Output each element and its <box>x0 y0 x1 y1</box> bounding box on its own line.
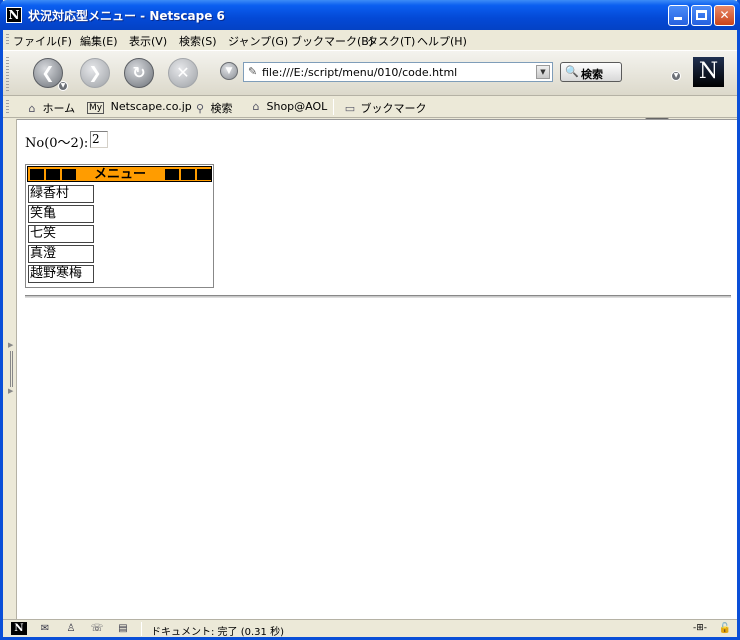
menu-item[interactable]: 緑香村 <box>28 185 94 203</box>
menu-title: メニュー <box>93 167 146 182</box>
menu-file[interactable]: ファイル(F) <box>13 33 72 49</box>
menu-item[interactable]: 笑亀 <box>28 205 94 223</box>
security-lock-icon[interactable]: 🔓 <box>717 622 733 635</box>
online-status-icon[interactable]: -⊞- <box>686 622 714 635</box>
menu-tasks[interactable]: タスク(T) <box>367 33 415 49</box>
menu-go[interactable]: ジャンプ(G) <box>228 33 288 49</box>
header-square <box>46 169 60 180</box>
location-menu-button[interactable]: ▼ <box>220 62 238 80</box>
navigator-icon[interactable]: N <box>11 622 27 635</box>
search-button-label: 検索 <box>581 68 603 81</box>
status-text: ドキュメント: 完了 (0.31 秒) <box>151 627 284 638</box>
minimize-icon <box>674 17 682 20</box>
status-bar: N ✉ ♙ ☏ ▤ ドキュメント: 完了 (0.31 秒) -⊞- 🔓 <box>3 619 737 638</box>
url-field[interactable]: ✎ file:///E:/script/menu/010/code.html ▼ <box>243 62 553 82</box>
home-label: ホーム <box>42 102 76 115</box>
menu-item[interactable]: 七笑 <box>28 225 94 243</box>
stop-icon: ✕ <box>176 63 190 82</box>
search-link[interactable]: ⚲ 検索 <box>193 100 233 116</box>
magnifier-icon: ⚲ <box>195 102 205 115</box>
folder-icon: ▭ <box>344 102 356 115</box>
window-title: 状況対応型メニュー - Netscape 6 <box>28 9 225 23</box>
home-link[interactable]: ⌂ ホーム <box>25 100 76 116</box>
sidebar-grip[interactable]: ▶ ▶ <box>6 119 17 619</box>
menu-search[interactable]: 検索(S) <box>179 33 217 49</box>
close-button[interactable]: ✕ <box>714 5 735 26</box>
search-button[interactable]: 🔍 検索 <box>560 62 622 82</box>
reload-icon: ↻ <box>132 63 146 82</box>
page-content: No(0〜2): 2 メニュー 緑香村 笑亀 七笑 真澄 越野寒梅 <box>17 119 737 619</box>
maximize-button[interactable] <box>691 5 712 26</box>
my-netscape-icon: My <box>87 102 105 114</box>
sidebar-arrow-icon: ▶ <box>8 341 14 349</box>
maximize-icon <box>696 10 707 20</box>
close-icon: ✕ <box>719 8 730 22</box>
sidebar-handle[interactable] <box>10 351 13 387</box>
sidebar-arrow-icon: ▶ <box>8 387 14 395</box>
composer-icon[interactable]: ▤ <box>115 622 131 635</box>
personal-toolbar: ⌂ ホーム My Netscape.co.jp ⚲ 検索 ⌂ Shop@AOL … <box>3 96 737 118</box>
search-link-label: 検索 <box>210 102 233 115</box>
menu-bar: ファイル(F) 編集(E) 表示(V) 検索(S) ジャンプ(G) ブックマーク… <box>3 30 737 50</box>
menu-edit[interactable]: 編集(E) <box>80 33 118 49</box>
no-input[interactable]: 2 <box>90 131 108 148</box>
print-dropdown[interactable]: ▼ <box>671 71 681 81</box>
menu-box: メニュー 緑香村 笑亀 七笑 真澄 越野寒梅 <box>25 164 214 288</box>
shop-link[interactable]: ⌂ Shop@AOL <box>249 100 328 113</box>
header-square <box>30 169 44 180</box>
netscape-link[interactable]: My Netscape.co.jp <box>87 100 192 114</box>
menu-item[interactable]: 越野寒梅 <box>28 265 94 283</box>
title-bar: N 状況対応型メニュー - Netscape 6 ✕ <box>0 0 740 30</box>
netscape-app-icon: N <box>6 7 22 23</box>
back-history-dropdown[interactable]: ▼ <box>58 81 68 91</box>
forward-arrow-icon: ❯ <box>88 63 102 82</box>
minimize-button[interactable] <box>668 5 689 26</box>
toolbar-separator <box>333 99 334 115</box>
no-label: No(0〜2): <box>25 136 89 151</box>
status-separator <box>141 622 142 636</box>
menu-view[interactable]: 表示(V) <box>129 33 167 49</box>
menu-bookmarks[interactable]: ブックマーク(B) <box>291 33 373 49</box>
netscape-label: Netscape.co.jp <box>110 100 192 113</box>
netscape-logo[interactable]: N <box>693 57 724 87</box>
navbar-grip[interactable] <box>6 57 9 91</box>
horizontal-rule <box>25 295 731 298</box>
address-book-icon[interactable]: ☏ <box>89 622 105 635</box>
menu-help[interactable]: ヘルプ(H) <box>417 33 467 49</box>
menu-header: メニュー <box>27 166 212 182</box>
header-square <box>62 169 76 180</box>
header-square <box>197 169 211 180</box>
instant-messenger-icon[interactable]: ♙ <box>63 622 79 635</box>
page-icon: ✎ <box>248 65 258 78</box>
reload-button[interactable]: ↻ <box>124 58 154 88</box>
header-square <box>165 169 179 180</box>
forward-button[interactable]: ❯ <box>80 58 110 88</box>
bookmarks-folder[interactable]: ▭ ブックマーク <box>343 100 427 116</box>
personalbar-grip[interactable] <box>6 100 9 114</box>
url-text[interactable]: file:///E:/script/menu/010/code.html <box>262 66 457 79</box>
mail-icon[interactable]: ✉ <box>37 622 53 635</box>
stop-button[interactable]: ✕ <box>168 58 198 88</box>
browser-window: N 状況対応型メニュー - Netscape 6 ✕ ファイル(F) 編集(E)… <box>0 0 740 640</box>
menubar-grip[interactable] <box>6 34 9 46</box>
bookmarks-label: ブックマーク <box>360 102 427 115</box>
search-icon: 🔍 <box>565 65 579 78</box>
shop-label: Shop@AOL <box>266 100 328 113</box>
url-dropdown-button[interactable]: ▼ <box>536 65 550 79</box>
shop-house-icon: ⌂ <box>252 100 260 113</box>
header-square <box>181 169 195 180</box>
home-icon: ⌂ <box>28 102 36 115</box>
chevron-down-icon: ▼ <box>225 66 233 76</box>
menu-item[interactable]: 真澄 <box>28 245 94 263</box>
